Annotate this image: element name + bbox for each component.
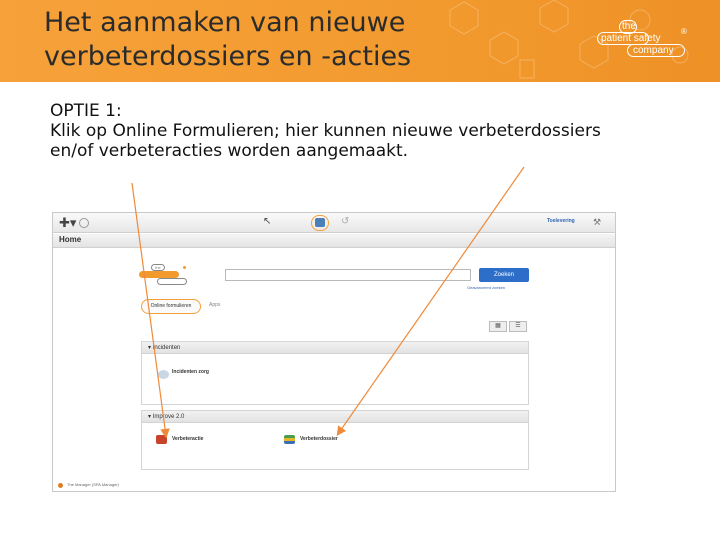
panel-incidenten: ▾ Incidenten Incidenten zorg: [141, 341, 529, 405]
panel-improve: ▾ Improve 2.0 Verbeteractie Verbeterdoss…: [141, 410, 529, 470]
slide-title-line-1: Het aanmaken van nieuwe: [44, 7, 406, 38]
embedded-app-screenshot: ✚▾ ↖ ↺ Toelevering ⚒ Home the Zoeken Gea…: [52, 212, 616, 492]
panel-incidenten-header[interactable]: ▾ Incidenten: [142, 342, 528, 354]
wrench-icon[interactable]: ⚒: [593, 217, 601, 228]
person-icon: [158, 370, 169, 379]
home-bar: Home: [53, 234, 615, 248]
app-toolbar: ✚▾ ↖ ↺ Toelevering ⚒: [53, 213, 615, 233]
slide: Het aanmaken van nieuwe verbeterdossiers…: [0, 0, 720, 540]
book-red-icon: [156, 435, 167, 444]
user-link[interactable]: Toelevering: [547, 218, 575, 224]
search-button[interactable]: Zoeken: [479, 268, 529, 282]
home-title: Home: [59, 235, 82, 244]
status-user-icon: [58, 483, 63, 488]
item-incidenten-zorg[interactable]: Incidenten zorg: [172, 369, 209, 375]
home-icon: [315, 218, 325, 227]
app-logo-the: the: [151, 264, 165, 271]
status-user-text: The Manager (SPA Manager): [67, 482, 119, 487]
book-stack-icon: [284, 435, 295, 444]
slide-title-line-2: verbeterdossiers en -acties: [44, 41, 412, 72]
grid-view-button[interactable]: ▦: [489, 321, 507, 332]
panel-improve-header[interactable]: ▾ Improve 2.0: [142, 411, 528, 423]
instruction-text: OPTIE 1: Klik op Online Formulieren; hie…: [50, 101, 690, 161]
search-input[interactable]: [225, 269, 471, 281]
settings-round-icon[interactable]: [79, 218, 89, 228]
app-logo-bar: [139, 271, 179, 278]
item-verbeterdossier[interactable]: Verbeterdossier: [300, 436, 338, 442]
logo-word-patient-safety: patient safety: [601, 33, 661, 44]
logo-word-the: the: [622, 21, 636, 32]
tab-online-formulieren[interactable]: Online formulieren: [141, 299, 201, 314]
company-logo: the patient safety company ®: [597, 20, 689, 62]
logo-registered-mark: ®: [681, 27, 687, 36]
logo-word-company: company: [633, 45, 674, 56]
app-logo: the: [139, 264, 191, 286]
view-toggle: ▦ ☰: [489, 321, 527, 332]
advanced-search-link[interactable]: Geavanceerd zoeken: [467, 285, 505, 290]
slide-title: Het aanmaken van nieuwe verbeterdossiers…: [44, 6, 484, 74]
app-logo-dot: [183, 266, 186, 269]
instruction-heading: OPTIE 1:: [50, 101, 122, 121]
app-logo-ring: [157, 278, 187, 285]
header-band: Het aanmaken van nieuwe verbeterdossiers…: [0, 0, 720, 82]
status-bar: The Manager (SPA Manager): [53, 479, 615, 491]
instruction-line-1: Klik op Online Formulieren; hier kunnen …: [50, 121, 601, 141]
tab-apps[interactable]: Apps: [209, 302, 220, 308]
add-menu-icon[interactable]: ✚▾: [59, 216, 76, 230]
item-verbeteractie[interactable]: Verbeteractie: [172, 436, 203, 442]
list-view-button[interactable]: ☰: [509, 321, 527, 332]
cursor-icon: ↖: [263, 216, 272, 227]
undo-icon[interactable]: ↺: [341, 216, 349, 227]
instruction-line-2: en/of verbeteracties worden aangemaakt.: [50, 141, 409, 161]
